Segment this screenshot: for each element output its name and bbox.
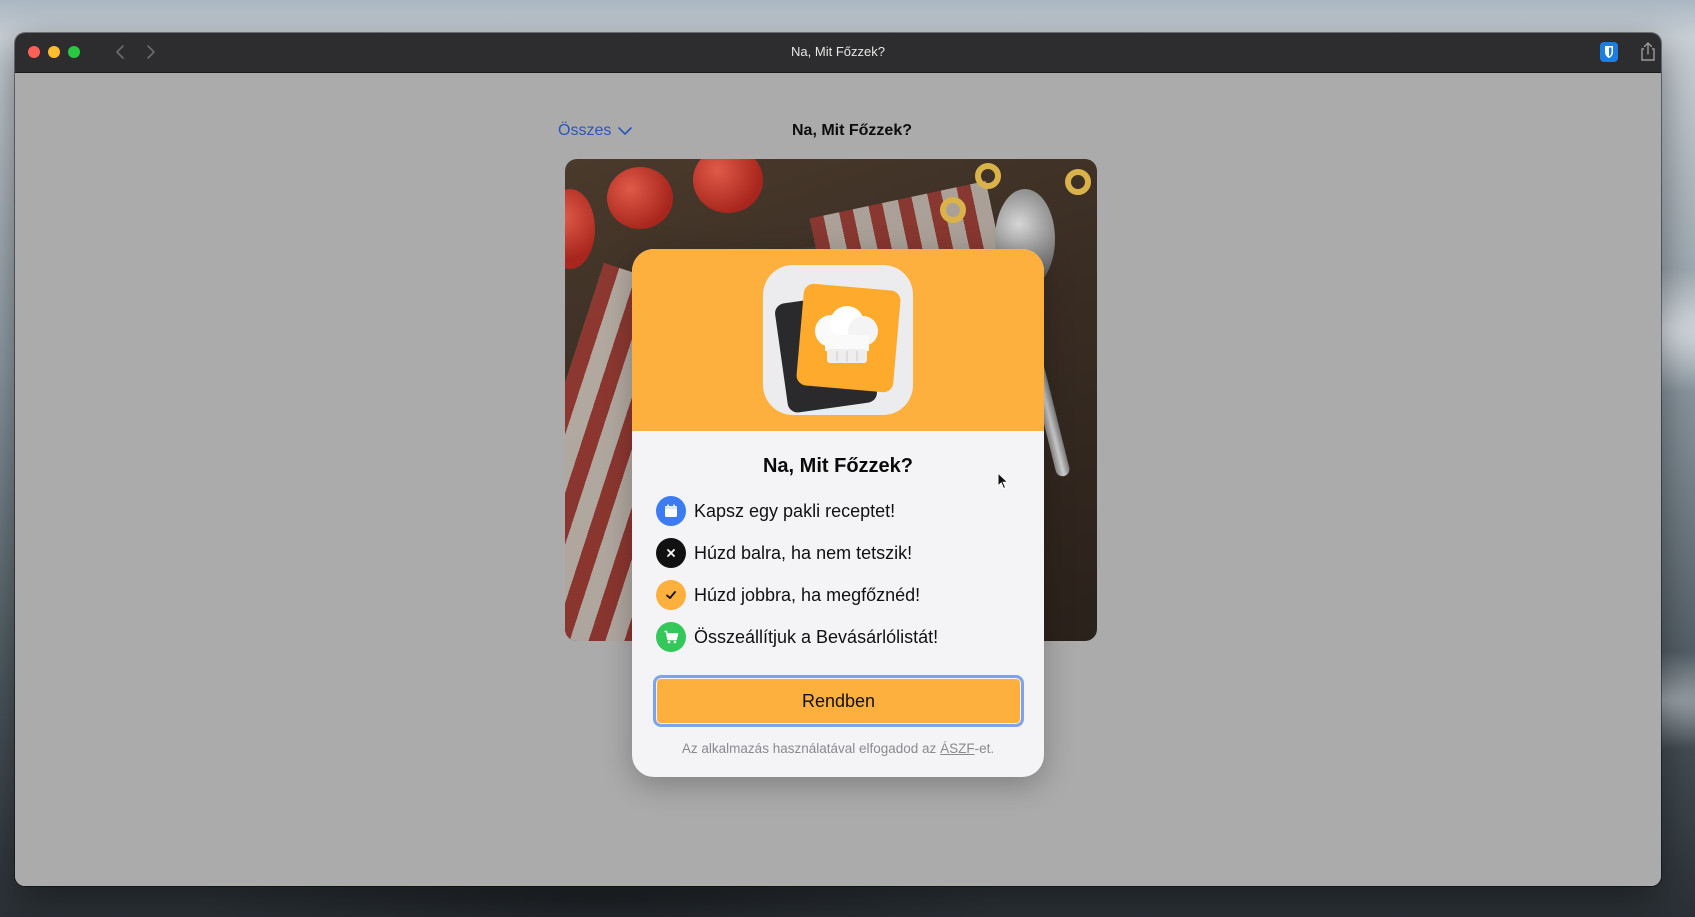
calendar-icon [656,496,686,526]
feature-text: Kapsz egy pakli receptet! [694,500,896,521]
share-icon [1641,42,1655,61]
share-button[interactable] [1638,41,1658,63]
terms-notice: Az alkalmazás használatával elfogadod az… [632,741,1044,756]
terms-prefix: Az alkalmazás használatával elfogadod az [681,741,941,756]
filter-dropdown[interactable]: Összes [558,122,633,140]
tomato-graphic [565,189,595,269]
tomato-graphic [693,159,763,213]
ok-button[interactable]: Rendben [653,675,1024,727]
pasta-graphic [1065,169,1091,195]
pasta-graphic [940,197,966,223]
app-window: Na, Mit Főzzek? Összes Na, Mit Főzzek? N… [15,33,1661,886]
filter-label: Összes [558,122,612,139]
dialog-header [632,249,1044,431]
dialog-title: Na, Mit Főzzek? [762,455,913,477]
chef-hat-icon [815,306,878,363]
feature-item-swipe-left: Húzd balra, ha nem tetszik! [656,538,912,568]
checkmark-icon [656,580,686,610]
mouse-cursor-icon [997,472,1009,490]
pasta-graphic [975,163,1001,189]
feature-text: Összeállítjuk a Bevásárlólistát! [694,626,939,647]
terms-link[interactable]: ÁSZF [940,741,975,756]
title-bar: Na, Mit Főzzek? [15,33,1661,73]
onboarding-dialog: Na, Mit Főzzek? Kapsz egy pakli receptet… [632,249,1044,777]
close-icon [656,538,686,568]
app-logo [763,265,913,415]
window-title: Na, Mit Főzzek? [791,44,885,59]
terms-suffix: -et. [974,741,995,756]
tomato-graphic [607,167,673,229]
page-title: Na, Mit Főzzek? [791,122,912,139]
feature-text: Húzd balra, ha nem tetszik! [694,542,913,563]
feature-item-swipe-right: Húzd jobbra, ha megfőznéd! [656,580,920,610]
password-manager-extension-button[interactable] [1600,42,1618,62]
chevron-down-icon [618,127,633,135]
shield-icon [1600,42,1618,62]
app-content: Összes Na, Mit Főzzek? Na, Mit Főzzek? K… [15,73,1661,886]
feature-item-deck: Kapsz egy pakli receptet! [656,496,895,526]
feature-item-shopping-list: Összeállítjuk a Bevásárlólistát! [656,622,938,652]
cart-icon [656,622,686,652]
feature-text: Húzd jobbra, ha megfőznéd! [694,584,921,605]
